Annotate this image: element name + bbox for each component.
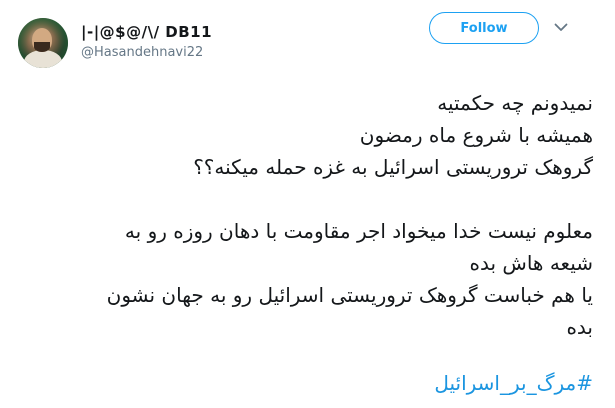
display-name[interactable]: |-|@$@/\/ DB11 bbox=[81, 23, 212, 41]
avatar[interactable] bbox=[18, 18, 68, 68]
tweet-line: همیشه با شروع ماه رمضون bbox=[359, 123, 593, 147]
tweet-card: |-|@$@/\/ DB11 @Hasandehnavi22 Follow نم… bbox=[0, 0, 615, 408]
avatar-body bbox=[24, 50, 62, 68]
tweet-line: بده bbox=[566, 315, 593, 339]
user-info[interactable]: |-|@$@/\/ DB11 @Hasandehnavi22 bbox=[81, 23, 212, 60]
tweet-text: نمیدونم چه حکمتیه همیشه با شروع ماه رمضو… bbox=[23, 87, 593, 343]
tweet-line: شیعه هاش بده bbox=[469, 251, 593, 275]
chevron-down-icon[interactable] bbox=[551, 17, 571, 37]
avatar-beard bbox=[34, 42, 50, 52]
follow-button[interactable]: Follow bbox=[429, 12, 539, 44]
tweet-line: نمیدونم چه حکمتیه bbox=[437, 91, 593, 115]
hashtag-link[interactable]: #مرگ_بر_اسرائیل bbox=[434, 371, 593, 395]
tweet-line: معلوم نیست خدا میخواد اجر مقاومت با دهان… bbox=[124, 219, 593, 243]
user-handle[interactable]: @Hasandehnavi22 bbox=[81, 45, 212, 60]
tweet-line: گروهک تروریستی اسرائیل به غزه حمله میکنه… bbox=[193, 155, 593, 179]
tweet-line: یا هم خباست گروهک تروریستی اسرائیل رو به… bbox=[106, 283, 593, 307]
